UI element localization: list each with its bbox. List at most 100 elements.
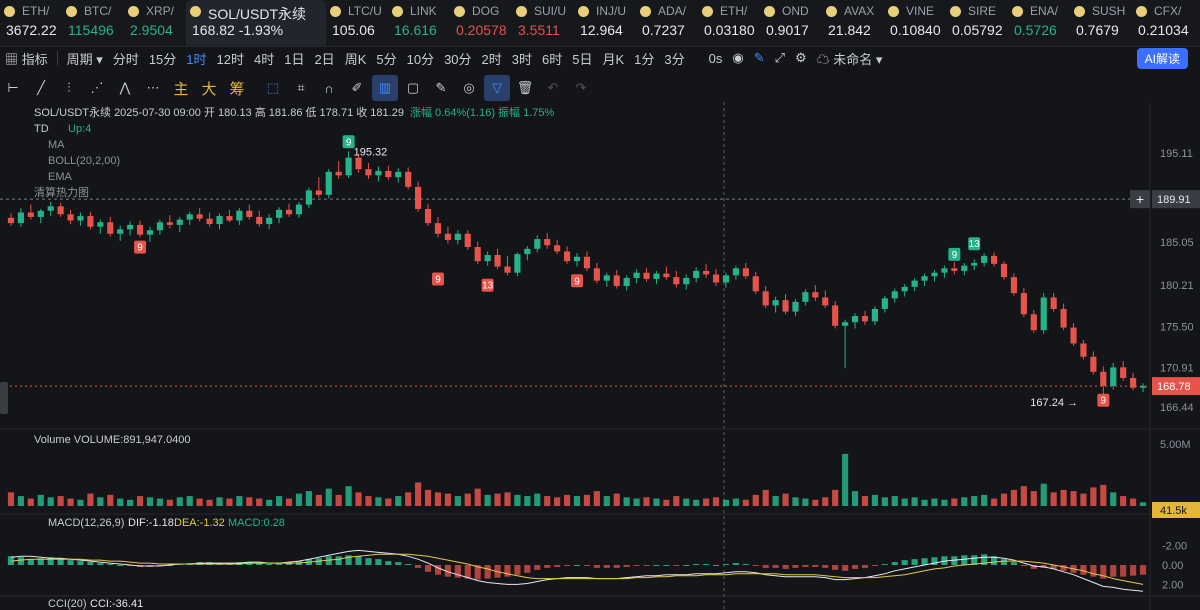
volume-bar — [1100, 484, 1107, 506]
candle — [484, 254, 491, 262]
gear-icon[interactable]: ⚙ — [790, 50, 812, 66]
candle — [593, 268, 600, 281]
volume-bar — [931, 498, 938, 506]
horizontal-line-icon[interactable]: ⊢ — [0, 75, 26, 101]
ticker-item[interactable]: BTC/115496 — [62, 0, 124, 46]
volume-bar — [772, 496, 779, 506]
volume-bar — [1010, 489, 1018, 506]
interval-option[interactable]: 2日 — [309, 49, 339, 68]
bars-icon[interactable]: ▥ — [372, 75, 398, 101]
ticker-item[interactable]: AVAX 21.842 — [822, 0, 884, 46]
volume-bar — [1080, 493, 1087, 506]
interval-option[interactable]: 1日 — [279, 49, 309, 68]
ticker-item[interactable]: CFX/0.21034 — [1132, 0, 1194, 46]
lock-icon[interactable]: ▢ — [400, 75, 426, 101]
td-badge-label: 13 — [482, 281, 494, 292]
edit-icon[interactable]: ✎ — [428, 75, 454, 101]
pen-icon[interactable]: ✎ — [749, 50, 770, 66]
ticker-item[interactable]: LTC/U 105.06 — [326, 0, 388, 46]
interval-option[interactable]: 6时 — [537, 49, 567, 68]
camera-icon[interactable]: ◉ — [727, 50, 748, 66]
interval-option[interactable]: 12时 — [212, 49, 249, 68]
ticker-item[interactable]: ADA/0.7237 — [636, 0, 698, 46]
td-badge-label: 9 — [1101, 396, 1107, 407]
ticker-item[interactable]: SUSH 0.7679 — [1070, 0, 1132, 46]
volume-bar — [1060, 489, 1067, 506]
divider — [56, 51, 58, 65]
volume-bar — [385, 498, 392, 506]
ticker-item[interactable]: VINE 0.10840 — [884, 0, 946, 46]
interval-option[interactable]: 分时 — [108, 49, 144, 68]
interval-option[interactable]: 周K — [340, 49, 372, 68]
candle — [146, 230, 154, 235]
ticker-item[interactable]: SOL/USDT永续 168.82 -1.93% — [186, 0, 326, 46]
ticker-item[interactable]: INJ/U 12.964 — [574, 0, 636, 46]
eye-icon[interactable]: ◎ — [456, 75, 482, 101]
volume-bar — [653, 498, 660, 506]
interval-option[interactable]: 15分 — [144, 49, 181, 68]
ticker-item[interactable]: XRP/2.9504 — [124, 0, 186, 46]
select-icon[interactable]: ⬚ — [260, 75, 286, 101]
wave-icon[interactable]: ⋀ — [112, 75, 138, 101]
chart-area[interactable]: 99913 99139195.32167.24 →195.11185.05180.… — [0, 102, 1200, 610]
candle — [285, 209, 293, 215]
ticker-price: 3672.22 — [6, 22, 57, 38]
macd-bar — [524, 565, 531, 573]
macd-bar — [67, 560, 74, 565]
volume-bar — [623, 497, 630, 506]
interval-option[interactable]: 10分 — [402, 49, 439, 68]
more-icon[interactable]: ⋯ — [140, 75, 166, 101]
candle — [524, 248, 531, 255]
interval-option[interactable]: 2时 — [477, 49, 507, 68]
brush-icon[interactable]: ✐ — [344, 75, 370, 101]
chip-button[interactable]: 筹 — [224, 75, 250, 101]
ruler-icon[interactable]: ⌗ — [288, 75, 314, 101]
sidebar-handle[interactable] — [0, 382, 8, 414]
volume-bar — [554, 497, 561, 506]
main-force-button[interactable]: 主 — [168, 75, 194, 101]
interval-option[interactable]: 4时 — [249, 49, 279, 68]
filter-icon[interactable]: ▽ — [484, 75, 510, 101]
candle — [276, 209, 283, 218]
ticker-item[interactable]: ENA/0.5726 — [1008, 0, 1070, 46]
channel-icon[interactable]: ⫶ — [56, 75, 82, 101]
interval-option[interactable]: 3时 — [507, 49, 537, 68]
ticker-item[interactable]: ETH/3672.22 — [0, 0, 62, 46]
coin-icon — [392, 6, 403, 17]
indicator-button[interactable]: ▦ 指标 — [0, 49, 53, 68]
candle — [67, 214, 74, 221]
ai-analysis-button[interactable]: AI解读 — [1136, 48, 1188, 69]
interval-option[interactable]: 5分 — [371, 49, 401, 68]
interval-option[interactable]: 1时 — [181, 49, 211, 68]
ticker-price: 0.7237 — [642, 22, 685, 38]
macd-bar — [722, 564, 730, 566]
volume-bar — [434, 492, 442, 506]
magnet-icon[interactable]: ∩ — [316, 75, 342, 101]
interval-option[interactable]: 1分 — [629, 49, 659, 68]
layout-name-button[interactable]: ☁ 未命名 ▾ — [812, 49, 888, 68]
period-button[interactable]: 周期 ▾ — [62, 49, 108, 68]
volume-bar — [1040, 483, 1047, 506]
expand-icon[interactable]: ⤢ — [770, 50, 790, 66]
big-order-button[interactable]: 大 — [196, 75, 222, 101]
interval-option[interactable]: 月K — [597, 49, 629, 68]
fib-icon[interactable]: ⋰ — [84, 75, 110, 101]
interval-option[interactable]: 3分 — [659, 49, 689, 68]
ticker-item[interactable]: SIRE 0.05792 — [946, 0, 1008, 46]
countdown-label: 0s — [708, 50, 723, 66]
td-badge-label: 9 — [346, 137, 352, 148]
ticker-item[interactable]: DOG 0.20578 — [450, 0, 512, 46]
interval-list: 分时 15分 1时 12时 4时 1日 2日 周K 5分 10分 30分 2时 3时 6时 5日 月K 1分 3分 — [108, 49, 690, 68]
trend-line-icon[interactable]: ╱ — [28, 75, 54, 101]
interval-option[interactable]: 5日 — [567, 49, 597, 68]
ticker-item[interactable]: SUI/U 3.5511 — [512, 0, 574, 46]
ticker-item[interactable]: ETH/0.03180 — [698, 0, 760, 46]
ticker-item[interactable]: LINK 16.616 — [388, 0, 450, 46]
undo-icon[interactable]: ↶ — [540, 75, 566, 101]
interval-option[interactable]: 30分 — [439, 49, 476, 68]
candle — [256, 216, 263, 225]
redo-icon[interactable]: ↷ — [568, 75, 594, 101]
macd-bar — [17, 557, 24, 565]
trash-icon[interactable]: 🗑 — [512, 75, 538, 101]
ticker-item[interactable]: OND 0.9017 — [760, 0, 822, 46]
